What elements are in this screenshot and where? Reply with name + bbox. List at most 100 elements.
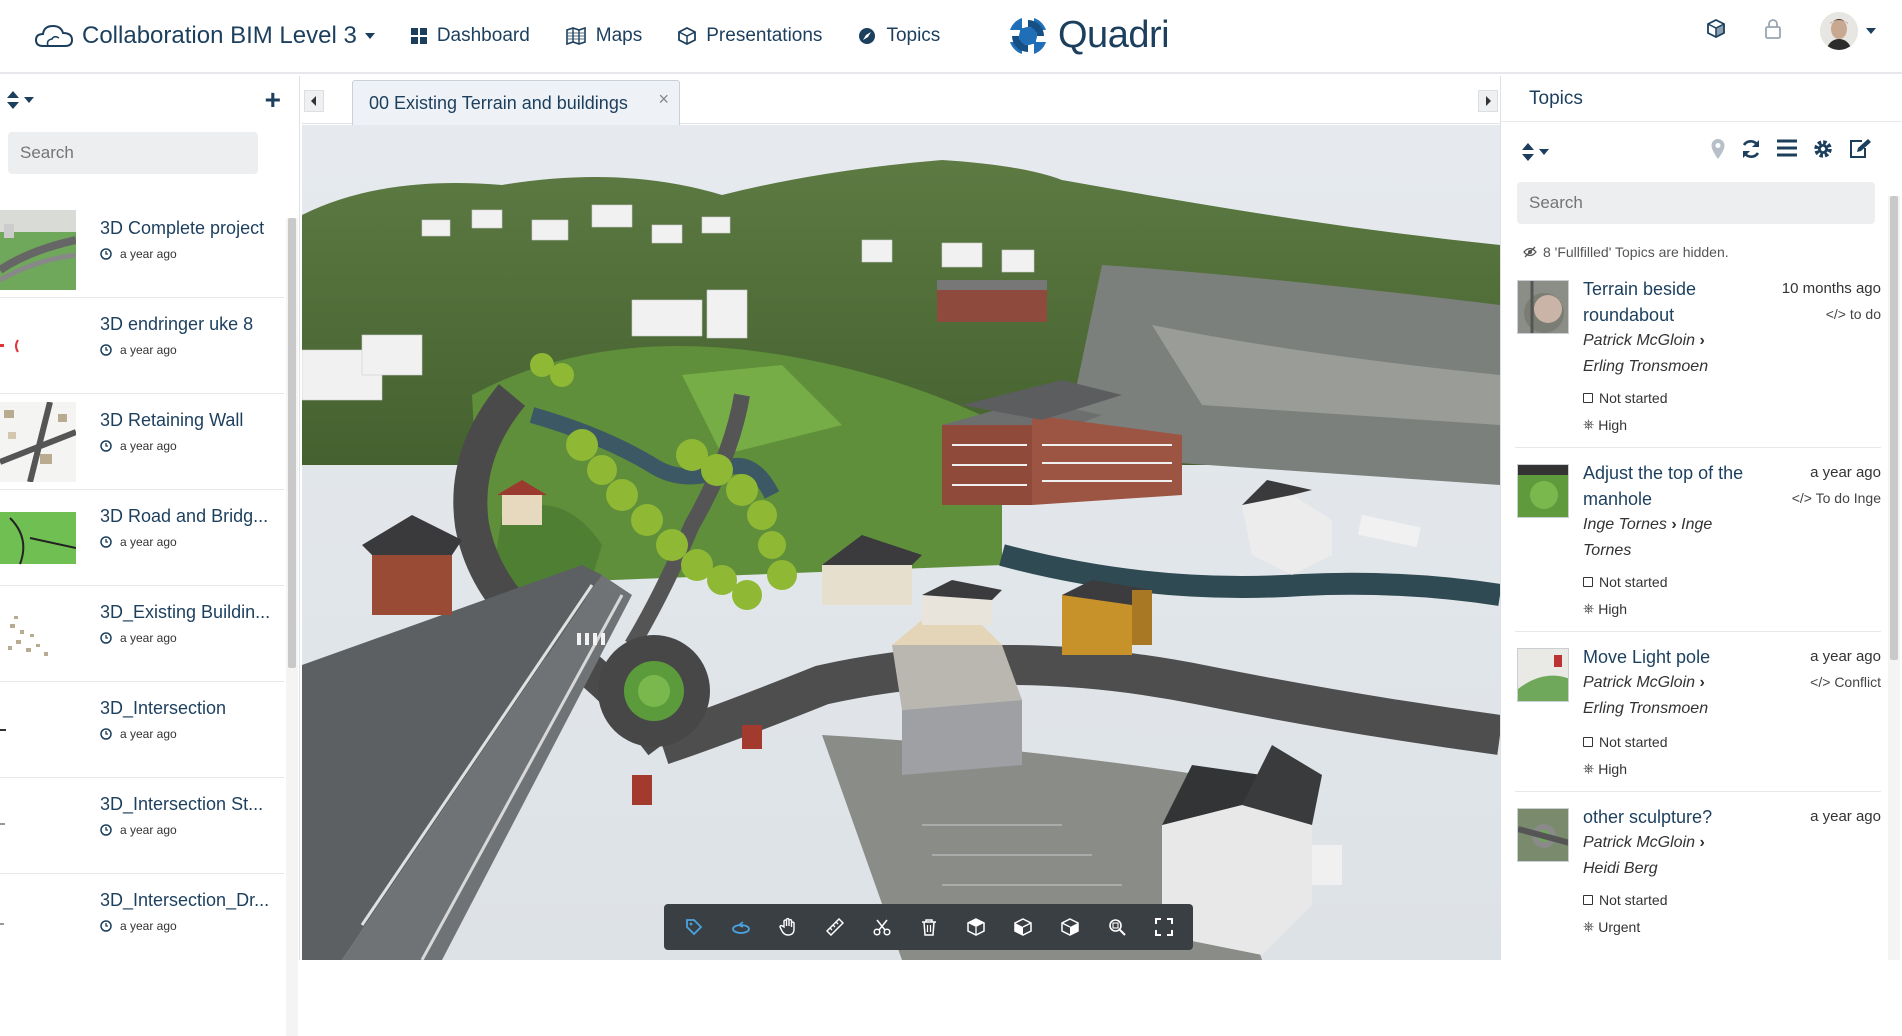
top-navbar: Collaboration BIM Level 3 Dashboard Maps bbox=[0, 0, 1902, 74]
cut-tool-button[interactable] bbox=[858, 904, 905, 950]
3d-viewport[interactable] bbox=[302, 125, 1500, 960]
tab-scroll-left-button[interactable] bbox=[304, 90, 324, 112]
chevron-down-icon bbox=[1539, 149, 1549, 155]
model-item[interactable]: 3D_Intersection_Dr... a year ago bbox=[0, 874, 284, 970]
model-time-label: a year ago bbox=[120, 727, 177, 741]
chevron-right-icon: › bbox=[1699, 674, 1705, 691]
user-avatar[interactable] bbox=[1820, 12, 1858, 50]
topics-toolbar bbox=[1501, 122, 1902, 182]
topic-date: a year ago bbox=[1810, 464, 1881, 481]
model-thumbnail bbox=[0, 882, 76, 962]
topic-author: Patrick McGloin bbox=[1583, 834, 1696, 851]
checkbox-icon bbox=[1583, 737, 1593, 747]
nav-presentations[interactable]: Presentations bbox=[678, 25, 822, 47]
clock-icon bbox=[100, 824, 112, 836]
tab-existing-terrain[interactable]: 00 Existing Terrain and buildings × bbox=[352, 80, 680, 125]
nav-dashboard[interactable]: Dashboard bbox=[410, 25, 530, 47]
delete-tool-button[interactable] bbox=[905, 904, 952, 950]
topic-item[interactable]: Move Light pole a year ago </> Conflict … bbox=[1515, 644, 1881, 792]
scrollbar-thumb[interactable] bbox=[288, 218, 296, 668]
quadri-logo[interactable]: Quadri bbox=[1008, 14, 1170, 57]
models-search-input[interactable] bbox=[8, 132, 258, 174]
pan-tool-button[interactable] bbox=[764, 904, 811, 950]
topics-search-input[interactable] bbox=[1517, 182, 1875, 224]
topic-state: Not started bbox=[1583, 892, 1667, 908]
model-time-label: a year ago bbox=[120, 823, 177, 837]
sort-icon bbox=[7, 91, 19, 109]
nav-topics[interactable]: Topics bbox=[858, 25, 940, 47]
brand-name: Quadri bbox=[1058, 14, 1170, 56]
3d-scene[interactable] bbox=[302, 125, 1500, 960]
main-nav: Dashboard Maps Presentations Topics bbox=[410, 25, 976, 47]
view-top-button[interactable] bbox=[952, 904, 999, 950]
topic-assignment: Patrick McGloin › Erling Tronsmoen bbox=[1583, 670, 1733, 722]
model-title: 3D Retaining Wall bbox=[100, 410, 244, 430]
model-item[interactable]: 3D Complete project a year ago bbox=[0, 202, 284, 298]
model-thumbnail bbox=[0, 689, 76, 770]
edit-icon[interactable] bbox=[1848, 138, 1872, 165]
chevron-down-icon bbox=[364, 33, 375, 39]
list-view-icon[interactable] bbox=[1776, 138, 1798, 165]
tag-tool-button[interactable] bbox=[670, 904, 717, 950]
clock-icon bbox=[100, 536, 112, 548]
sort-icon bbox=[1522, 143, 1534, 161]
zoom-extent-icon bbox=[1108, 919, 1126, 936]
model-title: 3D_Intersection bbox=[100, 698, 227, 718]
eye-slash-icon bbox=[1523, 246, 1537, 258]
box-icon[interactable] bbox=[1706, 18, 1726, 44]
topic-item[interactable]: Adjust the top of the manhole a year ago… bbox=[1515, 460, 1881, 632]
measure-tool-button[interactable] bbox=[811, 904, 858, 950]
fullscreen-icon bbox=[1154, 918, 1173, 936]
model-item[interactable]: 3D_Intersection a year ago bbox=[0, 682, 284, 778]
model-item[interactable]: 3D Road and Bridg... a year ago bbox=[0, 490, 284, 586]
tab-scroll-right-button[interactable] bbox=[1478, 90, 1498, 112]
nav-maps[interactable]: Maps bbox=[565, 25, 642, 47]
topic-status: </> to do bbox=[1826, 306, 1881, 322]
zoom-extent-button[interactable] bbox=[1093, 904, 1140, 950]
topic-title: Terrain beside roundabout bbox=[1583, 279, 1697, 325]
orbit-tool-button[interactable] bbox=[717, 904, 764, 950]
scrollbar-thumb[interactable] bbox=[1890, 196, 1898, 660]
model-thumbnail bbox=[0, 785, 76, 866]
models-scrollbar[interactable] bbox=[286, 218, 298, 1036]
chevron-right-icon: › bbox=[1699, 332, 1705, 349]
model-item[interactable]: 3D_Existing Buildin... a year ago bbox=[0, 586, 284, 682]
view-side-button[interactable] bbox=[999, 904, 1046, 950]
refresh-icon[interactable] bbox=[1740, 138, 1762, 165]
fullscreen-button[interactable] bbox=[1140, 904, 1187, 950]
model-time-label: a year ago bbox=[120, 439, 177, 453]
bookmark-icon: ⎈ bbox=[1583, 600, 1595, 616]
checkbox-icon bbox=[1583, 577, 1593, 587]
sort-dropdown[interactable] bbox=[6, 90, 34, 110]
topic-assignment: Inge Tornes › Inge Tornes bbox=[1583, 512, 1733, 564]
measure-ruler-icon bbox=[825, 918, 844, 936]
hidden-note-text: 8 'Fullfilled' Topics are hidden. bbox=[1543, 244, 1729, 260]
topic-item[interactable]: other sculpture? a year ago Patrick McGl… bbox=[1515, 804, 1881, 960]
model-timestamp: a year ago bbox=[100, 631, 280, 645]
topics-sort-dropdown[interactable] bbox=[1521, 142, 1549, 162]
topic-item[interactable]: Terrain beside roundabout 10 months ago … bbox=[1515, 276, 1881, 448]
model-thumbnail bbox=[0, 209, 76, 290]
view-front-button[interactable] bbox=[1046, 904, 1093, 950]
topic-state: Not started bbox=[1583, 574, 1667, 590]
location-pin-icon[interactable] bbox=[1710, 138, 1726, 165]
viewer-toolbar bbox=[664, 904, 1193, 950]
model-timestamp: a year ago bbox=[100, 919, 280, 933]
model-title: 3D Complete project bbox=[100, 218, 265, 238]
model-item[interactable]: 3D Retaining Wall a year ago bbox=[0, 394, 284, 490]
topic-date: a year ago bbox=[1810, 808, 1881, 825]
model-item[interactable]: 3D_Intersection St... a year ago bbox=[0, 778, 284, 874]
model-thumbnail bbox=[0, 497, 76, 578]
model-item[interactable]: 3D endringer uke 8 a year ago bbox=[0, 298, 284, 394]
chevron-down-icon[interactable] bbox=[1866, 28, 1876, 34]
project-selector[interactable]: Collaboration BIM Level 3 bbox=[34, 16, 375, 56]
add-model-button[interactable]: + bbox=[265, 86, 281, 114]
model-timestamp: a year ago bbox=[100, 343, 280, 357]
tab-label: 00 Existing Terrain and buildings bbox=[369, 92, 628, 113]
lock-icon[interactable] bbox=[1764, 18, 1782, 45]
gear-icon[interactable] bbox=[1812, 138, 1834, 165]
topics-scrollbar[interactable] bbox=[1888, 196, 1900, 960]
close-icon[interactable]: × bbox=[658, 89, 669, 110]
topic-state-label: Not started bbox=[1599, 734, 1668, 750]
model-time-label: a year ago bbox=[120, 535, 177, 549]
